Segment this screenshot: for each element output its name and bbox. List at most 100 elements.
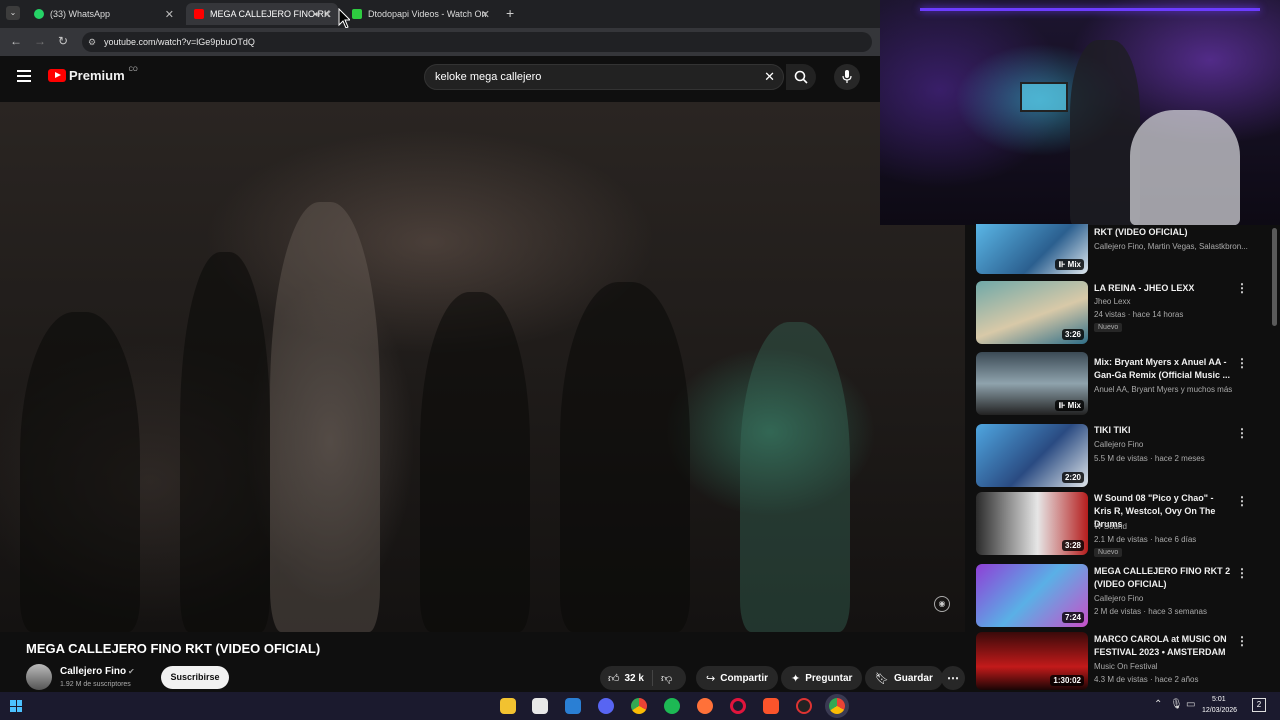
channel-avatar[interactable] [26,664,52,690]
recommendation-title[interactable]: TIKI TIKI [1094,424,1232,437]
duration-badge: 1:30:02 [1050,675,1084,686]
site-info-icon[interactable]: ⚙ [88,32,96,52]
verified-icon: ✔ [128,667,135,676]
recommendation-item[interactable]: 7:24 MEGA CALLEJERO FINO RKT 2 (VIDEO OF… [976,564,1276,630]
more-options-icon[interactable]: ⋮ [1236,281,1248,295]
opera-icon[interactable] [730,698,746,714]
clear-search-icon[interactable]: ✕ [764,65,775,89]
recommendation-item[interactable]: 3:28 W Sound 08 "Pico y Chao" - Kris R, … [976,492,1276,558]
url-field[interactable]: ⚙ youtube.com/watch?v=lGe9pbuOTdQ [82,32,872,52]
thumbs-up-icon: 👍︎ [608,672,620,685]
webcam-overlay [880,0,1280,225]
more-options-icon[interactable]: ⋮ [1236,426,1248,440]
network-icon[interactable]: ▭ [1186,699,1195,710]
new-badge: Nuevo [1094,548,1123,557]
video-thumbnail[interactable]: 2:20 [976,424,1088,487]
search-button[interactable] [786,64,816,90]
more-options-icon[interactable]: ⋮ [1236,356,1248,370]
like-count: 32 k [624,672,644,684]
recommendation-item[interactable]: 2:20 TIKI TIKI Callejero Fino 5.5 M de v… [976,424,1276,490]
speaker-icon[interactable]: 🔊︎ [314,9,320,20]
microphone-tray-icon[interactable]: 🎙︎ [1170,699,1183,710]
address-bar-row: ← → ↻ ⚙ youtube.com/watch?v=lGe9pbuOTdQ [0,28,880,56]
video-thumbnail[interactable]: ⊪ Mix [976,224,1088,274]
recommendation-stats: 4.3 M de vistas · hace 2 años [1094,675,1199,684]
chrome-active-icon[interactable] [829,698,845,714]
taskbar: ⌃ 🎙︎ ▭ 5:01 12/03/2026 2 [0,692,1280,720]
more-options-icon[interactable]: ⋮ [1236,566,1248,580]
sidebar-scrollbar[interactable] [1272,228,1277,326]
video-player[interactable]: ◉ [0,102,965,632]
recommendation-channel: Anuel AA, Bryant Myers y muchos más [1094,385,1233,394]
recommendation-title[interactable]: LA REINA - JHEO LEXX [1094,282,1232,295]
youtube-logo[interactable]: Premium CO [48,67,138,83]
tab-youtube[interactable]: MEGA CALLEJERO FINO RK 🔊︎ ✕ [186,3,338,25]
spotify-icon[interactable] [664,698,680,714]
calculator-icon[interactable] [532,698,548,714]
search-input[interactable]: keloke mega callejero ✕ [424,64,784,90]
hamburger-menu-icon[interactable] [17,70,31,82]
forward-arrow-icon[interactable]: → [34,34,46,48]
ask-button[interactable]: ✦ Preguntar [781,666,863,690]
share-button[interactable]: ↪ Compartir [696,666,779,690]
mix-badge: ⊪ Mix [1055,259,1084,270]
clock-time[interactable]: 5:01 [1212,696,1226,703]
chrome-icon[interactable] [631,698,647,714]
tab-dtodopapi[interactable]: Dtodopapi Videos - Watch On ✕ [344,3,496,25]
recommendation-channel: Callejero Fino [1094,594,1144,603]
recommendation-item[interactable]: ⊪ Mix RKT (VIDEO OFICIAL) Callejero Fino… [976,224,1276,276]
video-thumbnail[interactable]: 3:26 [976,281,1088,344]
video-thumbnail[interactable]: 1:30:02 [976,632,1088,690]
tray-chevron-icon[interactable]: ⌃ [1154,699,1162,710]
more-options-icon[interactable]: ⋮ [1236,494,1248,508]
close-tab-icon[interactable]: ✕ [323,8,332,21]
search-icon [794,70,808,84]
tab-search-icon[interactable]: ⌄ [6,6,20,20]
firefox-icon[interactable] [697,698,713,714]
save-label: Guardar [893,672,933,684]
clock-date[interactable]: 12/03/2026 [1202,707,1237,714]
dislike-button[interactable]: 👎︎ [653,672,680,685]
subscriber-count: 1.92 M de suscriptores [60,681,131,688]
reload-icon[interactable]: ↻ [58,34,68,48]
save-button[interactable]: 🔖︎ Guardar [865,666,943,690]
search-value: keloke mega callejero [435,71,542,83]
notifications-icon[interactable]: 2 [1252,698,1266,712]
like-button[interactable]: 👍︎ 32 k [600,670,653,686]
close-tab-icon[interactable]: ✕ [481,8,490,21]
subscribe-button[interactable]: Suscribirse [161,666,229,689]
tab-title: MEGA CALLEJERO FINO RK [210,9,331,19]
recommendation-title[interactable]: MEGA CALLEJERO FINO RKT 2 (VIDEO OFICIAL… [1094,565,1232,591]
file-explorer-icon[interactable] [500,698,516,714]
discord-icon[interactable] [598,698,614,714]
microphone-button[interactable] [834,64,860,90]
video-thumbnail[interactable]: 7:24 [976,564,1088,627]
video-figure [20,312,140,632]
channel-name[interactable]: Callejero Fino [60,666,126,677]
new-tab-button[interactable]: + [506,5,514,21]
video-thumbnail[interactable]: ⊪ Mix [976,352,1088,415]
recommendation-title[interactable]: Mix: Bryant Myers x Anuel AA - Gan-Ga Re… [1094,356,1232,382]
recommendation-item[interactable]: ⊪ Mix Mix: Bryant Myers x Anuel AA - Gan… [976,352,1276,418]
video-thumbnail[interactable]: 3:28 [976,492,1088,555]
notification-count: 2 [1256,700,1262,709]
brave-icon[interactable] [763,698,779,714]
windows-start-icon[interactable] [10,700,22,712]
tab-title: (33) WhatsApp [50,9,111,19]
recommendation-item[interactable]: 3:26 LA REINA - JHEO LEXX Jheo Lexx 24 v… [976,281,1276,347]
recommendation-item[interactable]: 1:30:02 MARCO CAROLA at MUSIC ON FESTIVA… [976,632,1276,698]
webcam-person [1130,110,1240,225]
outlook-icon[interactable] [565,698,581,714]
close-tab-icon[interactable]: ✕ [165,8,174,21]
recommendation-title[interactable]: MARCO CAROLA at MUSIC ON FESTIVAL 2023 •… [1094,633,1232,659]
tab-whatsapp[interactable]: (33) WhatsApp ✕ [26,3,180,25]
recommendation-title[interactable]: RKT (VIDEO OFICIAL) [1094,226,1232,239]
back-arrow-icon[interactable]: ← [10,34,22,48]
duration-badge: 7:24 [1061,612,1084,623]
webcam-led-strip [920,8,1260,11]
more-actions-button[interactable]: ⋯ [941,666,965,690]
more-options-icon[interactable]: ⋮ [1236,634,1248,648]
recommendation-channel: Music On Festival [1094,662,1158,671]
tab-title: Dtodopapi Videos - Watch On [368,9,487,19]
recording-app-icon[interactable] [796,698,812,714]
